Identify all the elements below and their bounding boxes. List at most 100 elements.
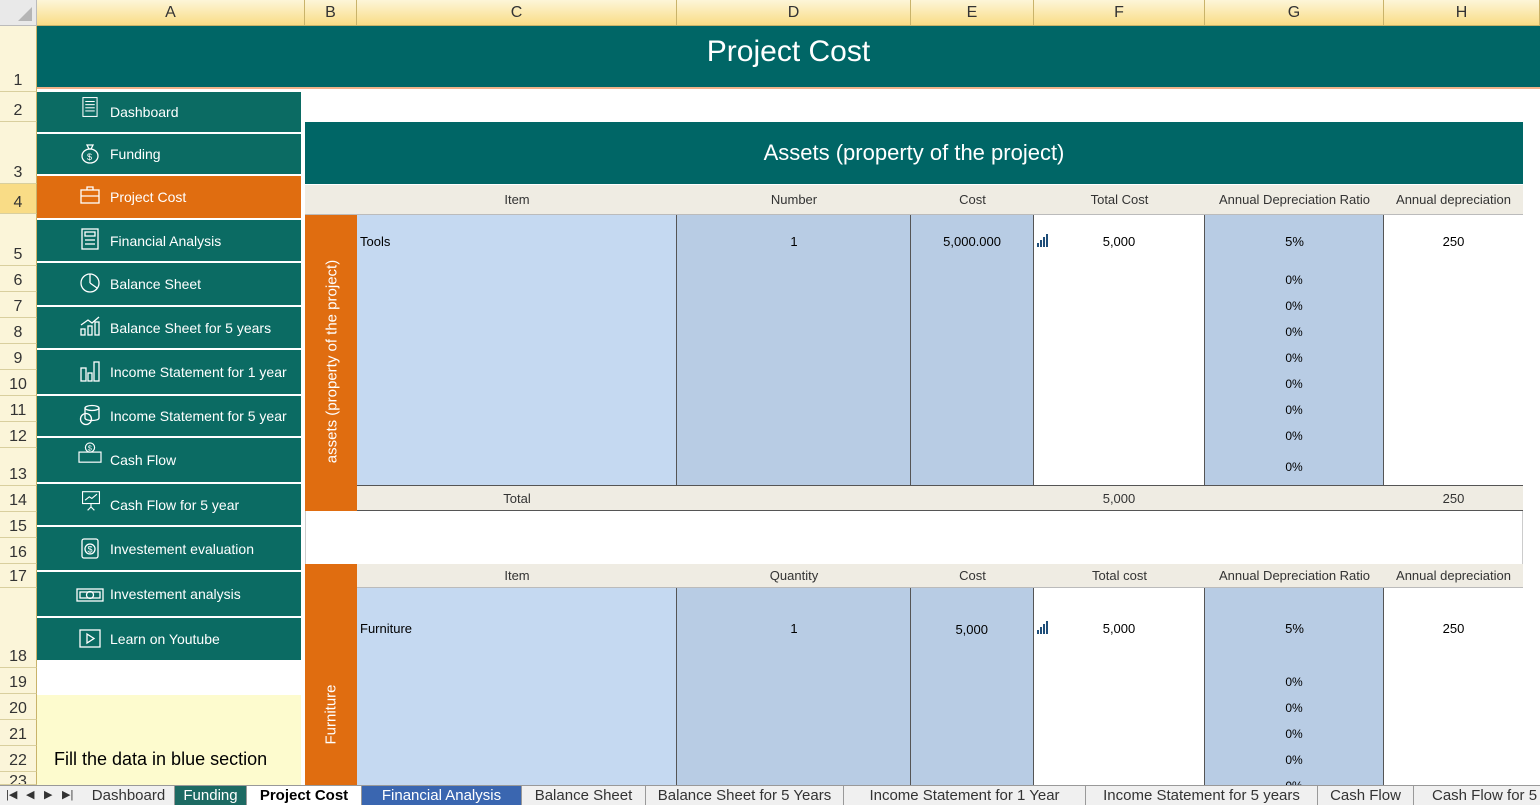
nav-label: Investement evaluation (110, 540, 254, 557)
ratio-empty[interactable]: 0% (1274, 325, 1314, 339)
cost-input-cell[interactable] (911, 215, 1034, 485)
next-sheet-arrow-icon[interactable]: ▶ (44, 786, 52, 805)
row-header-6[interactable]: 6 (0, 266, 37, 292)
sheet-tab-balance-sheet-5-years[interactable]: Balance Sheet for 5 Years (646, 786, 844, 805)
row-header-5[interactable]: 5 (0, 214, 37, 266)
ratio-empty[interactable]: 0% (1274, 727, 1314, 741)
nav-income-statement-5-year-button[interactable]: Income Statement for 5 year (37, 396, 301, 438)
nav-label: Income Statement for 1 year (110, 364, 287, 380)
row-header-15[interactable]: 15 (0, 512, 37, 538)
row-header-22[interactable]: 22 (0, 746, 37, 772)
row-header-21[interactable]: 21 (0, 720, 37, 746)
nav-investement-analysis-button[interactable]: Investement analysis (37, 572, 301, 618)
row-header-10[interactable]: 10 (0, 370, 37, 396)
column-header-e[interactable]: E (911, 0, 1034, 26)
asset-cost-value[interactable]: 5,000.000 (911, 234, 1001, 249)
nav-funding-button[interactable]: $ Funding (37, 134, 301, 176)
sheet-tab-financial-analysis[interactable]: Financial Analysis (362, 786, 522, 805)
ratio-empty[interactable]: 0% (1274, 299, 1314, 313)
furniture-cost-value[interactable]: 5,000 (911, 622, 988, 637)
nav-investement-evaluation-button[interactable]: $ Investement evaluation (37, 527, 301, 572)
cost-input-cell[interactable] (911, 588, 1034, 785)
column-header-h[interactable]: H (1384, 0, 1540, 26)
column-header-d[interactable]: D (677, 0, 911, 26)
sheet-tab-income-statement-5-years[interactable]: Income Statement for 5 years (1086, 786, 1318, 805)
sheet-tab-balance-sheet[interactable]: Balance Sheet (522, 786, 646, 805)
asset-number-value[interactable]: 1 (677, 234, 911, 249)
item-input-cell[interactable] (357, 215, 677, 485)
column-header-g[interactable]: G (1205, 0, 1384, 26)
ratio-empty[interactable]: 0% (1274, 675, 1314, 689)
row-header-2[interactable]: 2 (0, 92, 37, 122)
column-header-f[interactable]: F (1034, 0, 1205, 26)
row-header-23[interactable]: 23 (0, 772, 37, 785)
nav-financial-analysis-button[interactable]: Financial Analysis (37, 220, 301, 263)
column-header-b[interactable]: B (305, 0, 357, 26)
nav-income-statement-1-year-button[interactable]: Income Statement for 1 year (37, 350, 301, 396)
item-input-cell[interactable] (357, 588, 677, 785)
row-header-3[interactable]: 3 (0, 122, 37, 184)
row-header-8[interactable]: 8 (0, 318, 37, 344)
asset-item-value[interactable]: Tools (360, 234, 390, 249)
row-header-1[interactable]: 1 (0, 26, 37, 92)
dashboard-icon (82, 97, 98, 117)
row-header-19[interactable]: 19 (0, 668, 37, 694)
nav-project-cost-button[interactable]: Project Cost (37, 176, 301, 220)
cash-box-icon: $ (78, 442, 102, 463)
coins-icon (79, 404, 100, 426)
row-header-4[interactable]: 4 (0, 184, 37, 214)
first-sheet-arrow-icon[interactable]: |◀ (6, 786, 17, 805)
column-header-c[interactable]: C (357, 0, 677, 26)
prev-sheet-arrow-icon[interactable]: ◀ (26, 786, 34, 805)
ratio-input-cell[interactable] (1205, 215, 1384, 485)
sheet-tab-project-cost[interactable]: Project Cost (247, 786, 362, 805)
nav-balance-sheet-button[interactable]: Balance Sheet (37, 263, 301, 307)
quantity-input-cell[interactable] (677, 588, 911, 785)
ratio-empty[interactable]: 0% (1274, 753, 1314, 767)
number-input-cell[interactable] (677, 215, 911, 485)
column-header-a[interactable]: A (37, 0, 305, 26)
ratio-empty[interactable]: 0% (1274, 403, 1314, 417)
furniture-quantity-value[interactable]: 1 (677, 621, 911, 636)
asset-ratio-value[interactable]: 5% (1205, 234, 1384, 249)
ratio-empty[interactable]: 0% (1274, 429, 1314, 443)
row-header-13[interactable]: 13 (0, 448, 37, 486)
ratio-empty[interactable]: 0% (1274, 377, 1314, 391)
nav-learn-on-youtube-button[interactable]: Learn on Youtube (37, 618, 301, 660)
nav-label: Dashboard (110, 104, 179, 120)
sheet-tab-dashboard[interactable]: Dashboard (83, 786, 175, 805)
sheet-tab-income-statement-1-year[interactable]: Income Statement for 1 Year (844, 786, 1086, 805)
select-all-corner[interactable] (0, 0, 37, 26)
row-header-18[interactable]: 18 (0, 588, 37, 668)
ratio-empty[interactable]: 0% (1274, 351, 1314, 365)
row-header-16[interactable]: 16 (0, 538, 37, 564)
sheet-tab-funding[interactable]: Funding (175, 786, 247, 805)
play-icon (79, 629, 101, 648)
row-header-9[interactable]: 9 (0, 344, 37, 370)
nav-label: Income Statement for 5 year (110, 408, 287, 424)
nav-label: Learn on Youtube (110, 631, 220, 647)
col-quantity-header: Quantity (677, 564, 911, 588)
nav-balance-sheet-5-years-button[interactable]: Balance Sheet for 5 years (37, 307, 301, 350)
sheet-tab-cash-flow-5[interactable]: Cash Flow for 5 (1414, 786, 1540, 805)
row-header-12[interactable]: 12 (0, 422, 37, 448)
ratio-empty[interactable]: 0% (1274, 273, 1314, 287)
furniture-item-value[interactable]: Furniture (360, 621, 412, 636)
asset-total-value: 5,000 (1102, 234, 1136, 249)
sheet-tab-cash-flow[interactable]: Cash Flow (1318, 786, 1414, 805)
row-header-7[interactable]: 7 (0, 292, 37, 318)
row-header-11[interactable]: 11 (0, 396, 37, 422)
nav-cash-flow-button[interactable]: $ Cash Flow (37, 438, 301, 484)
nav-cash-flow-5-year-button[interactable]: Cash Flow for 5 year (37, 484, 301, 527)
row-header-20[interactable]: 20 (0, 694, 37, 720)
last-sheet-arrow-icon[interactable]: ▶| (62, 786, 73, 805)
briefcase-icon (80, 186, 100, 204)
furniture-ratio-value[interactable]: 5% (1205, 621, 1384, 636)
row-header-17[interactable]: 17 (0, 564, 37, 588)
assets-section-header: Assets (property of the project) (305, 122, 1523, 184)
nav-dashboard-button[interactable]: Dashboard (37, 92, 301, 134)
ratio-empty[interactable]: 0% (1274, 701, 1314, 715)
hint-box: Fill the data in blue section (37, 695, 301, 785)
row-header-14[interactable]: 14 (0, 486, 37, 512)
ratio-empty[interactable]: 0% (1274, 460, 1314, 474)
